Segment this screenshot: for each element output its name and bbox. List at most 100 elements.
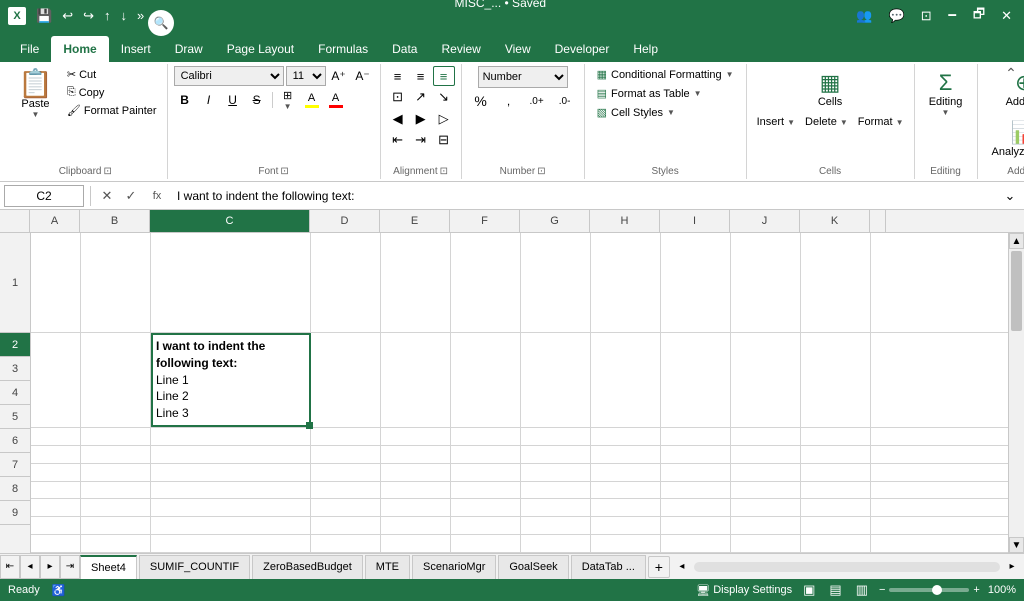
cell-k1[interactable] [801,233,871,332]
cell-c5[interactable] [151,464,311,481]
confirm-formula-button[interactable]: ✓ [121,186,141,206]
cell-k8[interactable] [801,517,871,534]
cell-k7[interactable] [801,499,871,516]
cell-c7[interactable] [151,499,311,516]
cell-f3[interactable] [451,428,521,445]
zoom-thumb[interactable] [932,585,942,595]
sheet-nav-last[interactable]: ⇥ [60,555,80,579]
scroll-thumb[interactable] [1011,251,1022,331]
cell-g6[interactable] [521,482,591,499]
formula-input[interactable] [173,185,996,207]
cell-g7[interactable] [521,499,591,516]
wrap-text-button[interactable]: ⊡ [387,87,409,107]
cell-c3[interactable] [151,428,311,445]
cell-h7[interactable] [591,499,661,516]
strikethrough-button[interactable]: S [246,90,268,110]
search-button[interactable]: 🔍 [148,10,174,36]
sheet-tab-sumif-countif[interactable]: SUMIF_COUNTIF [139,555,250,579]
cell-c8[interactable] [151,517,311,534]
cell-e7[interactable] [381,499,451,516]
close-button[interactable]: ✕ [997,6,1016,26]
cell-f9[interactable] [451,535,521,552]
cell-b8[interactable] [81,517,151,534]
cell-b2[interactable] [81,333,151,427]
ribbon-collapse-button[interactable]: ⌃ [1002,64,1020,82]
cell-k5[interactable] [801,464,871,481]
cell-i1[interactable] [661,233,731,332]
tab-data[interactable]: Data [380,36,429,62]
cell-h3[interactable] [591,428,661,445]
cell-g3[interactable] [521,428,591,445]
sheet-tab-scenariomgr[interactable]: ScenarioMgr [412,555,496,579]
cell-j2[interactable] [731,333,801,427]
comma-button[interactable]: , [496,91,522,111]
cell-k3[interactable] [801,428,871,445]
cell-k2[interactable] [801,333,871,427]
cell-g5[interactable] [521,464,591,481]
cell-f4[interactable] [451,446,521,463]
tab-review[interactable]: Review [429,36,492,62]
alignment-dialog-icon[interactable]: ⊡ [440,166,448,177]
cell-c1[interactable] [151,233,311,332]
tab-home[interactable]: Home [51,36,108,62]
cell-f5[interactable] [451,464,521,481]
view-page-layout-button[interactable]: ▤ [826,581,844,599]
col-header-i[interactable]: I [660,210,730,232]
view-normal-button[interactable]: ▣ [800,581,818,599]
cell-i8[interactable] [661,517,731,534]
cell-g2[interactable] [521,333,591,427]
save-icon[interactable]: 💾 [32,6,56,26]
percent-button[interactable]: % [468,91,494,111]
cell-b4[interactable] [81,446,151,463]
cell-a5[interactable] [31,464,81,481]
cell-d1[interactable] [311,233,381,332]
cell-e6[interactable] [381,482,451,499]
align-top-left-button[interactable]: ≡ [387,66,409,86]
cell-reference-input[interactable] [4,185,84,207]
col-header-b[interactable]: B [80,210,150,232]
align-left-button[interactable]: ◀ [387,109,409,129]
cell-h5[interactable] [591,464,661,481]
cell-c6[interactable] [151,482,311,499]
cell-e8[interactable] [381,517,451,534]
font-name-select[interactable]: Calibri [174,66,284,86]
cell-k4[interactable] [801,446,871,463]
increase-font-button[interactable]: A⁺ [328,66,350,86]
font-size-select[interactable]: 11 [286,66,326,86]
cell-e9[interactable] [381,535,451,552]
conditional-formatting-button[interactable]: ▦ Conditional Formatting ▼ [591,66,740,83]
cell-i7[interactable] [661,499,731,516]
align-right-button[interactable]: ▷ [433,109,455,129]
horizontal-scrollbar[interactable] [694,562,1000,572]
cell-d3[interactable] [311,428,381,445]
font-dialog-icon[interactable]: ⊡ [280,166,288,177]
sort-desc-icon[interactable]: ↓ [117,6,132,26]
sheet-tab-goalseek[interactable]: GoalSeek [498,555,568,579]
col-header-d[interactable]: D [310,210,380,232]
cells-insert-button[interactable]: ▦ Cells [810,66,850,112]
tab-formulas[interactable]: Formulas [306,36,380,62]
sheet-nav-first[interactable]: ⇤ [0,555,20,579]
cell-e2[interactable] [381,333,451,427]
scroll-up-button[interactable]: ▲ [1009,233,1024,249]
tab-insert[interactable]: Insert [109,36,163,62]
cell-h4[interactable] [591,446,661,463]
cell-g4[interactable] [521,446,591,463]
tab-developer[interactable]: Developer [543,36,622,62]
cell-a9[interactable] [31,535,81,552]
analyze-data-button[interactable]: 📊 Analyze Data [984,116,1024,162]
align-top-right-button[interactable]: ≡ [433,66,455,86]
cell-j5[interactable] [731,464,801,481]
cell-a1[interactable] [31,233,81,332]
merge-button[interactable]: ⊟ [433,130,455,150]
cell-i4[interactable] [661,446,731,463]
col-header-e[interactable]: E [380,210,450,232]
cell-c2[interactable]: I want to indent the following text:Line… [151,333,311,427]
cell-styles-button[interactable]: ▧ Cell Styles ▼ [591,104,681,121]
cell-a8[interactable] [31,517,81,534]
cell-d8[interactable] [311,517,381,534]
maximize-button[interactable]: 🗗 [969,3,989,29]
comments-icon[interactable]: 💬 [885,6,909,26]
col-header-f[interactable]: F [450,210,520,232]
align-top-center-button[interactable]: ≡ [410,66,432,86]
